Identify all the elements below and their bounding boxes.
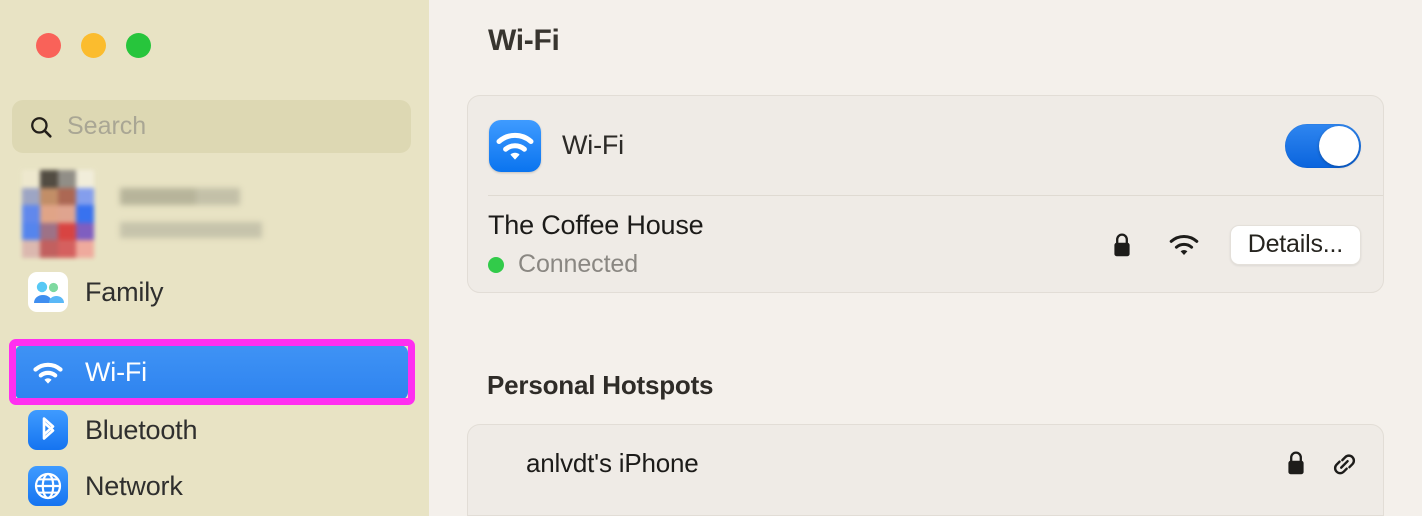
- lock-icon: [1114, 233, 1130, 256]
- hotspot-name: anlvdt's iPhone: [526, 447, 699, 478]
- wifi-icon: [28, 353, 68, 393]
- details-button[interactable]: Details...: [1229, 224, 1361, 265]
- sidebar-item-family[interactable]: Family: [12, 268, 411, 316]
- wifi-app-icon: [489, 119, 541, 172]
- wifi-signal-icon: [1169, 234, 1199, 255]
- sidebar-item-label: Bluetooth: [85, 414, 198, 445]
- wifi-toggle-switch[interactable]: [1285, 123, 1361, 168]
- wifi-card: Wi-Fi The Coffee House Connected Details…: [467, 95, 1384, 293]
- system-settings-window: Family Wi-Fi Bluetooth: [0, 0, 1422, 516]
- sidebar-item-bluetooth[interactable]: Bluetooth: [12, 406, 411, 454]
- account-subtitle-redacted: [120, 222, 262, 238]
- globe-icon: [28, 466, 68, 506]
- status-dot: [488, 256, 504, 273]
- lock-icon: [1288, 451, 1304, 475]
- zoom-button[interactable]: [126, 33, 151, 58]
- network-info: The Coffee House Connected: [488, 210, 704, 279]
- network-trailing-controls: Details...: [1110, 224, 1361, 265]
- wifi-toggle-row: Wi-Fi: [468, 96, 1383, 195]
- search-icon: [31, 116, 52, 138]
- sidebar-item-label: Network: [85, 470, 183, 501]
- account-name-redacted: [120, 188, 240, 205]
- family-icon: [28, 272, 68, 312]
- wifi-network-row[interactable]: The Coffee House Connected Details...: [468, 196, 1383, 293]
- minimize-button[interactable]: [81, 33, 106, 58]
- network-name: The Coffee House: [488, 210, 704, 240]
- link-icon: [1333, 454, 1356, 475]
- sidebar: Family Wi-Fi Bluetooth: [0, 0, 429, 516]
- hotspot-row[interactable]: anlvdt's iPhone: [468, 425, 1383, 501]
- personal-hotspots-heading: Personal Hotspots: [487, 370, 714, 400]
- status-label: Connected: [518, 250, 639, 278]
- page-title: Wi-Fi: [488, 24, 560, 57]
- sidebar-item-label: Family: [85, 276, 164, 307]
- network-status: Connected: [488, 250, 703, 279]
- wifi-toggle-label: Wi-Fi: [562, 130, 624, 160]
- sidebar-item-network[interactable]: Network: [12, 462, 411, 510]
- close-button[interactable]: [36, 33, 61, 58]
- main-content: Wi-Fi Wi-Fi The Coffee House Connected D…: [429, 0, 1422, 516]
- sidebar-item-label: Wi-Fi: [85, 357, 147, 387]
- bluetooth-icon: [28, 410, 68, 450]
- account-summary[interactable]: [22, 170, 282, 262]
- window-traffic-lights: [36, 33, 151, 58]
- hotspots-card: anlvdt's iPhone: [467, 424, 1384, 516]
- avatar: [22, 170, 94, 258]
- search-field[interactable]: [12, 100, 411, 153]
- toggle-knob: [1319, 125, 1359, 166]
- sidebar-item-wifi[interactable]: Wi-Fi: [15, 345, 408, 400]
- search-input[interactable]: [67, 112, 367, 141]
